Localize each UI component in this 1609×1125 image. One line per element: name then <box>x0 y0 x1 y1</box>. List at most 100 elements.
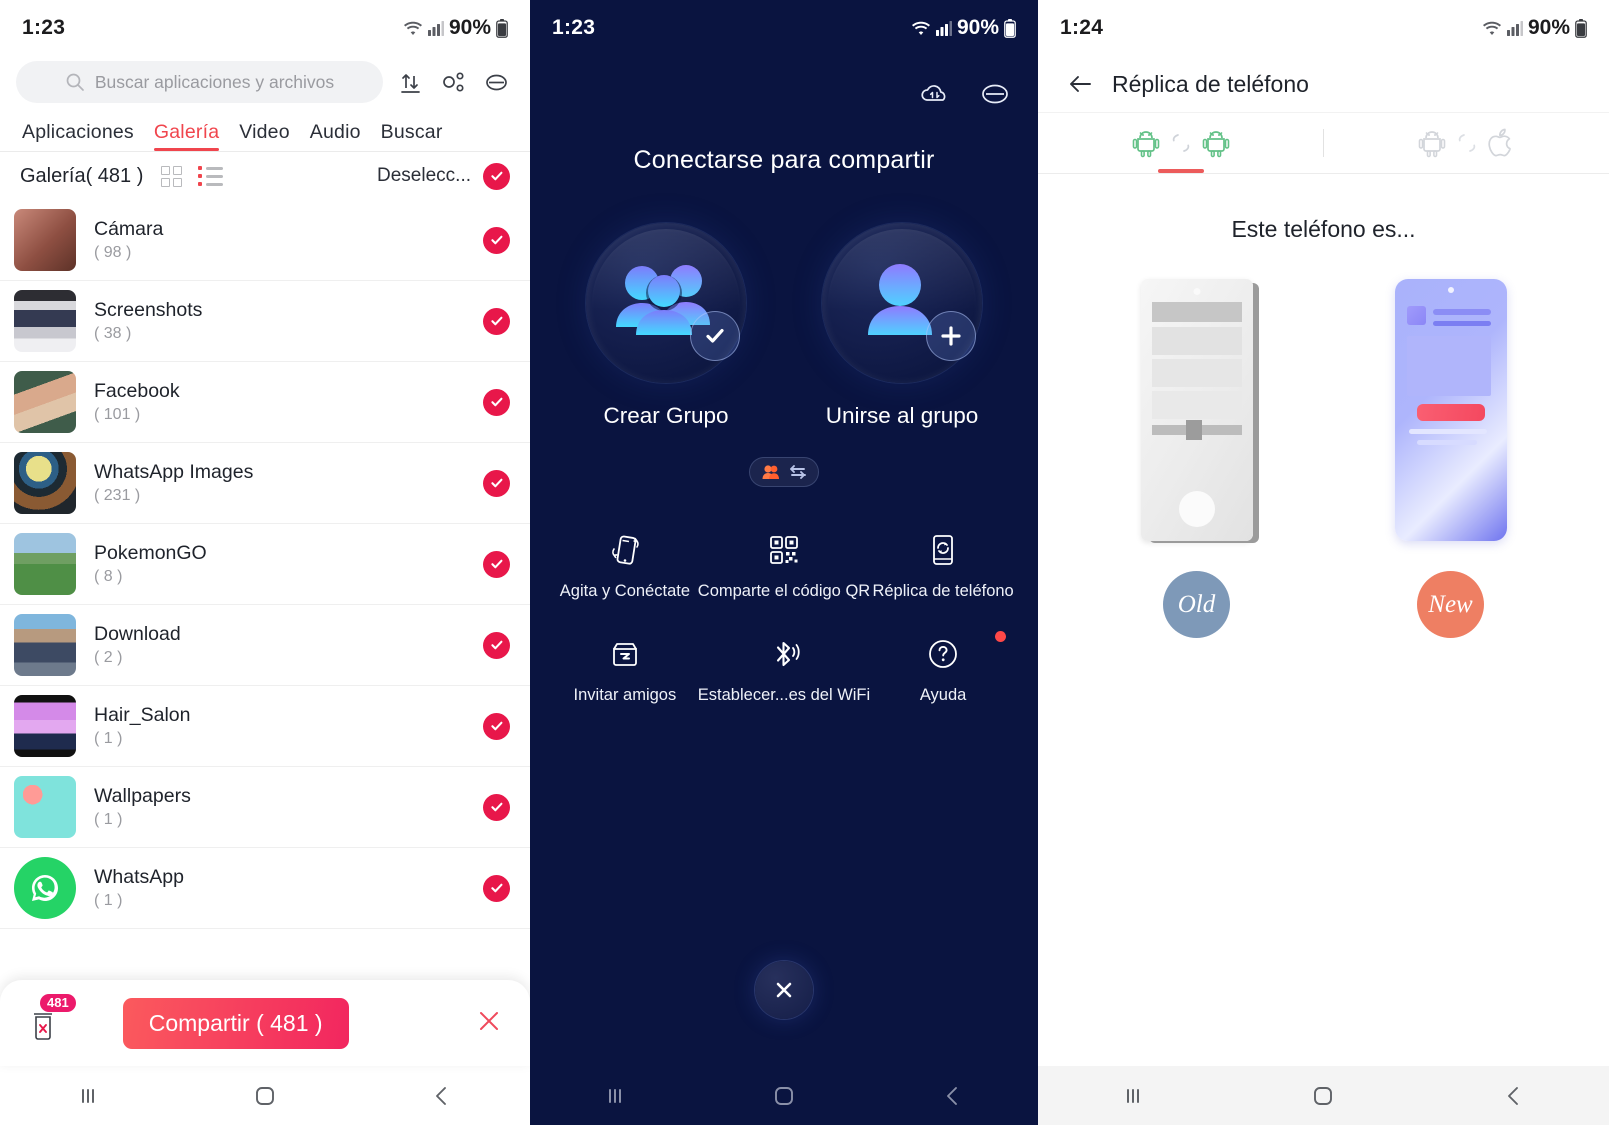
new-phone-choice[interactable]: New <box>1394 279 1507 638</box>
badge-label: New <box>1428 590 1473 618</box>
table-row[interactable]: Facebook ( 101 ) <box>0 362 530 443</box>
create-group-button[interactable] <box>586 223 746 383</box>
grid-view-icon[interactable] <box>161 165 183 187</box>
folder-name: Cámara <box>94 218 164 240</box>
menu-icon[interactable] <box>978 77 1012 111</box>
search-icon <box>65 72 85 92</box>
share-nodes-icon[interactable] <box>440 69 467 96</box>
trash-delete-icon[interactable]: 481 <box>26 994 76 1041</box>
recents-icon[interactable] <box>75 1083 101 1109</box>
home-icon[interactable] <box>252 1083 278 1109</box>
share-button[interactable]: Compartir ( 481 ) <box>122 997 349 1049</box>
row-check-icon[interactable] <box>483 793 510 821</box>
qr-code-icon <box>765 531 803 569</box>
close-hub-button[interactable] <box>755 961 813 1019</box>
swap-arrows-icon <box>788 463 808 481</box>
mode-toggle-pill[interactable] <box>749 456 819 487</box>
status-battery-percent: 90% <box>956 16 999 39</box>
table-row[interactable]: Hair_Salon ( 1 ) <box>0 686 530 767</box>
list-view-icon[interactable] <box>198 166 224 186</box>
tab-aplicaciones[interactable]: Aplicaciones <box>12 121 144 151</box>
notification-dot <box>995 630 1006 642</box>
action-label: Establecer...es del WiFi <box>697 685 871 704</box>
invite-friends-action[interactable]: Invitar amigos <box>552 635 698 705</box>
create-group-action[interactable]: Crear Grupo <box>586 223 746 431</box>
gallery-subheader: Galería( 481 ) Deselecc... <box>0 152 530 200</box>
hairsalon-thumb <box>14 695 76 757</box>
folder-name: Hair_Salon <box>94 704 191 726</box>
help-action[interactable]: Ayuda <box>870 630 1016 705</box>
tab-android-to-android[interactable] <box>1038 113 1323 173</box>
status-time: 1:24 <box>1060 16 1104 39</box>
table-row[interactable]: WhatsApp ( 1 ) <box>0 848 530 929</box>
old-phone-choice[interactable]: Old <box>1140 279 1253 638</box>
join-group-action[interactable]: Unirse al grupo <box>822 223 982 431</box>
search-input[interactable]: Buscar aplicaciones y archivos <box>16 61 383 103</box>
check-circle-icon <box>483 162 510 190</box>
direction-tabs <box>1038 112 1609 174</box>
row-check-icon[interactable] <box>483 307 510 335</box>
cloud-sync-icon[interactable] <box>918 77 952 111</box>
recents-icon[interactable] <box>1120 1083 1146 1109</box>
wallpapers-thumb <box>14 776 76 838</box>
tab-audio[interactable]: Audio <box>300 121 371 151</box>
whatsapp-images-thumb <box>14 452 76 514</box>
share-qr-action[interactable]: Comparte el código QR <box>698 531 870 601</box>
home-icon[interactable] <box>771 1083 797 1109</box>
help-question-icon <box>924 635 962 673</box>
back-icon[interactable] <box>1501 1083 1527 1109</box>
selection-action-bar: 481 Compartir ( 481 ) <box>0 980 530 1066</box>
table-row[interactable]: Screenshots ( 38 ) <box>0 281 530 362</box>
row-check-icon[interactable] <box>483 226 510 254</box>
table-row[interactable]: Wallpapers ( 1 ) <box>0 767 530 848</box>
folder-name: Download <box>94 623 181 645</box>
transfer-icon[interactable] <box>397 69 424 96</box>
app-bar: Réplica de teléfono <box>1038 56 1609 112</box>
pokemongo-thumb <box>14 533 76 595</box>
hub-top-actions <box>530 56 1038 118</box>
apple-icon <box>1487 128 1516 158</box>
row-check-icon[interactable] <box>483 712 510 740</box>
old-phone-bar <box>1151 302 1242 322</box>
status-badge: Old <box>1163 571 1230 638</box>
new-phone-line <box>1432 321 1491 326</box>
back-icon[interactable] <box>940 1083 966 1109</box>
search-placeholder: Buscar aplicaciones y archivos <box>94 71 335 92</box>
deselect-all-button[interactable]: Deselecc... <box>377 162 510 190</box>
tab-video[interactable]: Video <box>229 121 300 151</box>
gallery-title: Galería( 481 ) <box>20 164 144 187</box>
tab-galeria[interactable]: Galería <box>144 121 229 151</box>
whatsapp-glyph-icon <box>32 875 58 901</box>
row-check-icon[interactable] <box>483 388 510 416</box>
table-row[interactable]: Download ( 2 ) <box>0 605 530 686</box>
tab-buscar[interactable]: Buscar <box>371 121 453 151</box>
row-check-icon[interactable] <box>483 874 510 902</box>
row-check-icon[interactable] <box>483 631 510 659</box>
menu-icon[interactable] <box>483 69 510 96</box>
camera-thumb <box>14 209 76 271</box>
check-badge-icon <box>690 311 740 361</box>
new-phone-line <box>1408 429 1487 434</box>
signal-bars-icon <box>935 20 952 36</box>
row-check-icon[interactable] <box>483 469 510 497</box>
shake-connect-action[interactable]: Agita y Conéctate <box>552 531 698 601</box>
wifi-settings-action[interactable]: Establecer...es del WiFi <box>698 635 870 705</box>
create-group-label: Crear Grupo <box>603 403 729 428</box>
table-row[interactable]: WhatsApp Images ( 231 ) <box>0 443 530 524</box>
wifi-icon <box>1482 20 1502 37</box>
row-check-icon[interactable] <box>483 550 510 578</box>
join-group-button[interactable] <box>822 223 982 383</box>
table-row[interactable]: PokemonGO ( 8 ) <box>0 524 530 605</box>
recents-icon[interactable] <box>602 1083 628 1109</box>
back-icon[interactable] <box>429 1083 455 1109</box>
status-bar: 1:23 90% <box>0 0 530 56</box>
tab-android-to-ios[interactable] <box>1324 113 1609 173</box>
close-x-icon[interactable] <box>474 1006 504 1041</box>
phone-clone-action[interactable]: Réplica de teléfono <box>870 531 1016 601</box>
back-arrow-icon[interactable] <box>1066 70 1094 98</box>
new-phone-line <box>1416 440 1477 445</box>
home-icon[interactable] <box>1310 1083 1336 1109</box>
table-row[interactable]: Cámara ( 98 ) <box>0 200 530 281</box>
new-phone-cta-button <box>1416 404 1485 421</box>
trash-badge: 481 <box>40 994 76 1012</box>
